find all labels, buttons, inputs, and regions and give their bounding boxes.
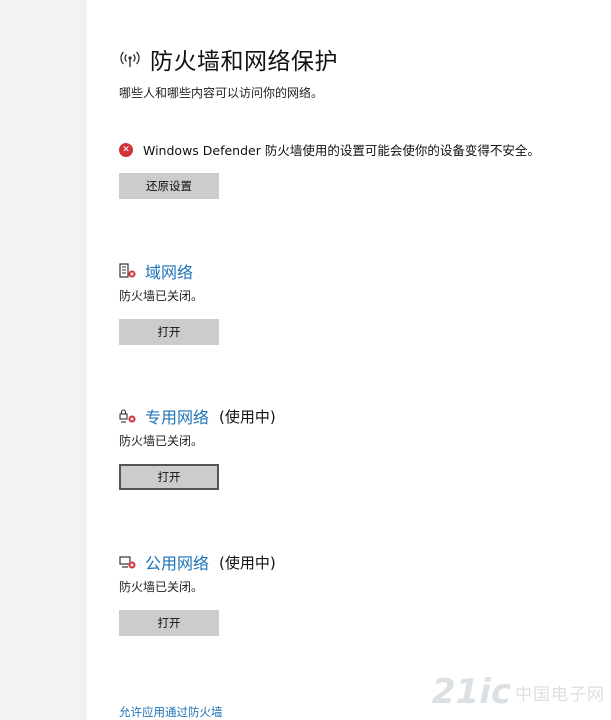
private-network-header: 专用网络 (使用中) <box>119 404 276 428</box>
domain-network-status: 防火墙已关闭。 <box>119 289 204 303</box>
private-network-status: 防火墙已关闭。 <box>119 434 204 448</box>
in-use-label: (使用中) <box>219 407 276 426</box>
restore-settings-button[interactable]: 还原设置 <box>119 173 219 199</box>
allow-app-through-firewall-link[interactable]: 允许应用通过防火墙 <box>119 704 223 720</box>
error-icon: ✕ <box>119 142 133 157</box>
private-network-icon <box>119 409 136 423</box>
left-nav-panel <box>0 0 87 720</box>
domain-network-header: 域网络 <box>119 259 193 283</box>
private-turn-on-button[interactable]: 打开 <box>119 464 219 490</box>
domain-network-icon <box>119 263 136 278</box>
warning-text: Windows Defender 防火墙使用的设置可能会使你的设备变得不安全。 <box>143 143 540 158</box>
public-network-status: 防火墙已关闭。 <box>119 580 204 594</box>
wireless-antenna-icon <box>120 51 140 67</box>
in-use-label: (使用中) <box>219 553 276 572</box>
network-name[interactable]: 专用网络 <box>145 404 209 428</box>
public-network-icon <box>119 556 136 569</box>
public-turn-on-button[interactable]: 打开 <box>119 610 219 636</box>
public-network-header: 公用网络 (使用中) <box>119 550 276 574</box>
security-warning: ✕ Windows Defender 防火墙使用的设置可能会使你的设备变得不安全… <box>119 140 540 159</box>
page-header: 防火墙和网络保护 <box>119 42 338 76</box>
page-subtitle: 哪些人和哪些内容可以访问你的网络。 <box>119 86 324 100</box>
page-title: 防火墙和网络保护 <box>150 49 338 75</box>
domain-turn-on-button[interactable]: 打开 <box>119 319 219 345</box>
network-name[interactable]: 公用网络 <box>145 550 209 574</box>
network-name[interactable]: 域网络 <box>145 259 193 283</box>
main-content: 防火墙和网络保护 哪些人和哪些内容可以访问你的网络。 ✕ Windows Def… <box>87 0 611 720</box>
